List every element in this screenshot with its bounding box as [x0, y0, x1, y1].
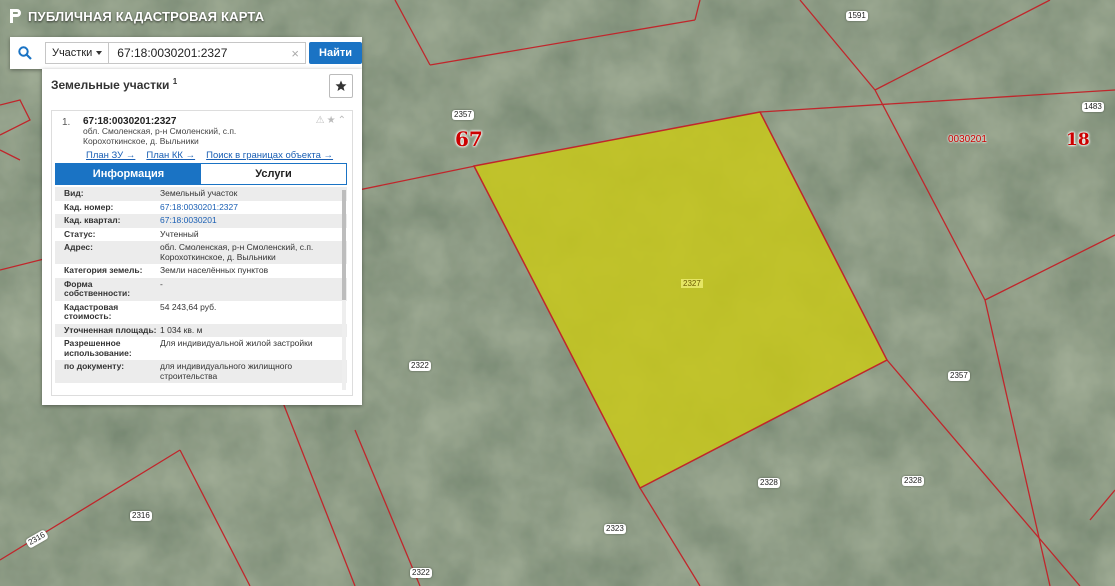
- cadastral-number-link[interactable]: 67:18:0030201:2327: [160, 202, 330, 213]
- search-type-label: Участки: [51, 47, 93, 59]
- info-key: по документу:: [64, 361, 125, 371]
- result-card[interactable]: 1. 67:18:0030201:2327 обл. Смоленская, р…: [51, 110, 353, 396]
- map-parcel-label[interactable]: 1591: [846, 11, 868, 21]
- map-quarter-label: 0030201: [948, 134, 987, 145]
- info-value: Учтенный: [160, 228, 199, 239]
- scrollbar-thumb[interactable]: [342, 190, 346, 300]
- info-key: Кад. квартал:: [64, 215, 121, 225]
- search-query-text: 67:18:0030201:2327: [117, 46, 228, 60]
- info-value: обл. Смоленская, р-н Смоленский, с.п. Ко…: [160, 242, 314, 262]
- info-value: 1 034 кв. м: [160, 324, 203, 335]
- search-icon[interactable]: [10, 37, 40, 69]
- find-button[interactable]: Найти: [309, 42, 362, 64]
- parcel-number-label: 2327: [681, 279, 703, 288]
- info-key: Адрес:: [64, 242, 93, 252]
- result-links: План ЗУ → План КК → Поиск в границах объ…: [86, 150, 333, 161]
- map-parcel-label[interactable]: 2357: [948, 371, 970, 381]
- cadastral-quarter-link[interactable]: 67:18:0030201: [160, 215, 330, 226]
- info-row: Кадастровая стоимость: 54 243,64 руб.: [55, 301, 347, 324]
- app-header: ПУБЛИЧНАЯ КАДАСТРОВАЯ КАРТА: [8, 8, 264, 24]
- info-row: Категория земель: Земли населённых пункто…: [55, 264, 347, 278]
- result-index: 1.: [62, 117, 71, 128]
- map-parcel-label[interactable]: 2328: [758, 478, 780, 488]
- star-icon: [335, 80, 347, 91]
- app-title: ПУБЛИЧНАЯ КАДАСТРОВАЯ КАРТА: [28, 8, 265, 24]
- info-value: 54 243,64 руб.: [160, 301, 217, 312]
- info-key: Форма собственности:: [64, 278, 131, 298]
- favorite-button[interactable]: [329, 74, 353, 98]
- info-value: Земельный участок: [160, 188, 238, 198]
- panel-title-text: Земельные участки: [51, 78, 170, 92]
- info-key: Кадастровая стоимость:: [64, 301, 119, 321]
- info-key: Разрешенное использование:: [64, 338, 132, 358]
- info-row: Уточненная площадь: 1 034 кв. м: [55, 323, 347, 337]
- map-parcel-label[interactable]: 2316: [130, 511, 152, 521]
- result-actions: ⚠ ★ ⌃: [316, 115, 346, 126]
- info-key: Статус:: [64, 228, 96, 239]
- chevron-down-icon: [96, 51, 103, 55]
- search-in-bounds-link[interactable]: Поиск в границах объекта →: [206, 150, 333, 161]
- map-parcel-label[interactable]: 2328: [902, 476, 924, 486]
- info-row: Форма собственности: -: [55, 277, 347, 301]
- info-key: Вид:: [64, 188, 84, 198]
- clear-icon[interactable]: ×: [291, 46, 299, 61]
- info-table: Вид: Земельный участок Кад. номер: 67:18:0…: [55, 187, 347, 393]
- info-row: Кад. номер: 67:18:0030201:2327: [55, 201, 347, 215]
- map-parcel-label[interactable]: 1483: [1082, 102, 1104, 112]
- results-panel: Земельные участки 1 1. 67:18:0030201:232…: [42, 69, 362, 405]
- info-scrollbar[interactable]: [342, 190, 346, 390]
- info-row: Адрес: обл. Смоленская, р-н Смоленский, с…: [55, 241, 347, 264]
- search-input[interactable]: 67:18:0030201:2327 ×: [109, 42, 307, 64]
- chevron-up-icon[interactable]: ⌃: [338, 115, 346, 126]
- map-parcel-label[interactable]: 2322: [409, 361, 431, 371]
- info-row: Вид: Земельный участок: [55, 187, 347, 201]
- logo-icon: [10, 9, 21, 23]
- info-key: Категория земель:: [64, 265, 143, 275]
- tab-services[interactable]: Услуги: [201, 164, 346, 184]
- map-parcel-label[interactable]: 2357: [452, 110, 474, 120]
- info-key: Кад. номер:: [64, 201, 114, 212]
- panel-title: Земельные участки 1: [51, 77, 177, 92]
- search-bar: Участки 67:18:0030201:2327 × Найти: [10, 37, 362, 69]
- info-row: Кад. квартал: 67:18:0030201: [55, 214, 347, 228]
- result-address: обл. Смоленская, р-н Смоленский, с.п. Ко…: [83, 126, 237, 146]
- result-count: 1: [172, 77, 178, 86]
- info-value: Для индивидуальной жилой застройки: [160, 338, 313, 348]
- plan-zu-link[interactable]: План ЗУ →: [86, 150, 135, 161]
- tab-info[interactable]: Информация: [56, 164, 201, 184]
- map-district-number: 18: [1066, 130, 1090, 150]
- map-region-number: 67: [455, 127, 483, 151]
- info-key: Уточненная площадь:: [64, 324, 157, 335]
- plan-kk-link[interactable]: План КК →: [146, 150, 195, 161]
- info-row: по документу: для индивидуального жилищно…: [55, 360, 347, 383]
- star-icon[interactable]: ★: [327, 115, 336, 126]
- info-value: для индивидуального жилищного строительс…: [160, 361, 293, 381]
- info-row: Разрешенное использование: Для индивидуал…: [55, 337, 347, 360]
- info-value: Земли населённых пунктов: [160, 265, 269, 275]
- warning-icon[interactable]: ⚠: [316, 115, 325, 126]
- search-type-select[interactable]: Участки: [44, 42, 110, 64]
- map-parcel-label[interactable]: 2322: [410, 568, 432, 578]
- result-tabs: Информация Услуги: [55, 163, 347, 185]
- map-parcel-label[interactable]: 2323: [604, 524, 626, 534]
- info-row: Статус: Учтенный: [55, 228, 347, 242]
- info-value: -: [160, 278, 163, 289]
